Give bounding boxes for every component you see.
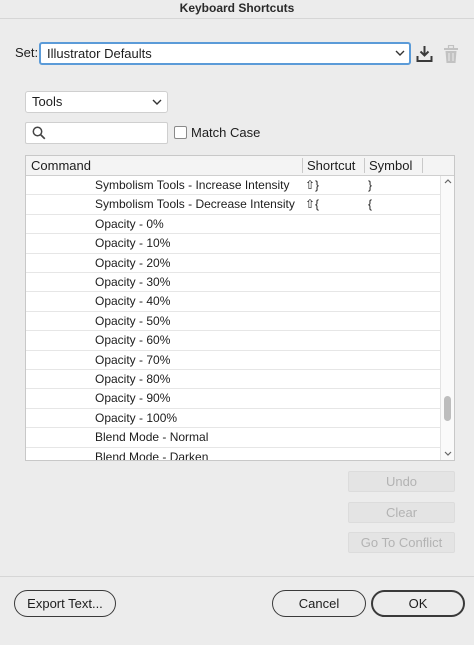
cancel-button[interactable]: Cancel xyxy=(272,590,366,617)
command-cell: Opacity - 100% xyxy=(95,410,178,425)
go-to-conflict-button[interactable]: Go To Conflict xyxy=(348,532,455,553)
symbol-cell[interactable]: { xyxy=(368,197,372,212)
table-row[interactable]: Blend Mode - Darken xyxy=(26,448,440,460)
set-label: Set: xyxy=(15,45,39,60)
command-cell: Symbolism Tools - Decrease Intensity xyxy=(95,197,295,212)
command-cell: Opacity - 0% xyxy=(95,216,164,231)
column-divider[interactable] xyxy=(422,158,423,173)
save-set-icon[interactable] xyxy=(416,45,433,63)
search-icon xyxy=(32,126,46,140)
table-row[interactable]: Opacity - 80% xyxy=(26,370,440,390)
command-cell: Opacity - 50% xyxy=(95,313,171,328)
command-cell: Symbolism Tools - Increase Intensity xyxy=(95,178,290,192)
table-row[interactable]: Opacity - 50% xyxy=(26,312,440,332)
column-header-shortcut[interactable]: Shortcut xyxy=(307,158,355,174)
table-row[interactable]: Symbolism Tools - Increase Intensity ⇧} … xyxy=(26,176,440,196)
export-text-button[interactable]: Export Text... xyxy=(14,590,116,617)
table-row[interactable]: Opacity - 70% xyxy=(26,351,440,370)
title-divider xyxy=(0,18,474,19)
chevron-down-icon xyxy=(395,50,405,56)
command-cell: Blend Mode - Darken xyxy=(95,449,209,460)
search-input[interactable] xyxy=(50,125,164,141)
command-cell: Opacity - 60% xyxy=(95,333,171,348)
window-title: Keyboard Shortcuts xyxy=(179,1,295,15)
match-case-label: Match Case xyxy=(191,125,261,140)
category-dropdown[interactable]: Tools xyxy=(25,91,168,113)
table-row[interactable]: Opacity - 60% xyxy=(26,331,440,351)
table-row[interactable]: Opacity - 100% xyxy=(26,409,440,429)
undo-button[interactable]: Undo xyxy=(348,471,455,492)
scroll-thumb[interactable] xyxy=(444,396,451,421)
table-row[interactable]: Opacity - 90% xyxy=(26,389,440,409)
shortcut-cell[interactable]: ⇧{ xyxy=(305,197,319,212)
scroll-down-arrow-icon[interactable] xyxy=(444,451,452,457)
table-scrollbar[interactable] xyxy=(440,176,454,460)
ok-button[interactable]: OK xyxy=(371,590,465,617)
set-dropdown-value: Illustrator Defaults xyxy=(47,46,152,61)
column-header-command[interactable]: Command xyxy=(31,158,91,174)
trash-icon[interactable] xyxy=(443,45,459,64)
table-row[interactable]: Opacity - 20% xyxy=(26,254,440,273)
table-body: Symbolism Tools - Increase Intensity ⇧} … xyxy=(26,176,440,460)
table-header: Command Shortcut Symbol xyxy=(26,156,454,176)
command-cell: Opacity - 10% xyxy=(95,236,171,251)
column-divider[interactable] xyxy=(364,158,365,173)
category-dropdown-value: Tools xyxy=(32,94,63,109)
command-cell: Opacity - 40% xyxy=(95,294,171,309)
command-cell: Opacity - 90% xyxy=(95,391,171,406)
table-row[interactable]: Opacity - 40% xyxy=(26,292,440,312)
symbol-cell[interactable]: } xyxy=(368,178,372,193)
command-cell: Blend Mode - Normal xyxy=(95,430,209,445)
table-row[interactable]: Opacity - 30% xyxy=(26,273,440,293)
set-dropdown[interactable]: Illustrator Defaults xyxy=(39,42,411,65)
search-field[interactable] xyxy=(25,122,168,144)
shortcut-cell[interactable]: ⇧} xyxy=(305,178,319,193)
clear-button[interactable]: Clear xyxy=(348,502,455,523)
column-divider[interactable] xyxy=(302,158,303,173)
command-cell: Opacity - 20% xyxy=(95,255,171,270)
chevron-down-icon xyxy=(152,99,162,105)
match-case-checkbox[interactable] xyxy=(174,126,187,139)
command-cell: Opacity - 30% xyxy=(95,275,171,289)
table-row[interactable]: Opacity - 10% xyxy=(26,234,440,254)
table-row[interactable]: Blend Mode - Normal xyxy=(26,428,440,448)
column-header-symbol[interactable]: Symbol xyxy=(369,158,412,174)
footer-divider xyxy=(0,576,474,577)
table-row[interactable]: Symbolism Tools - Decrease Intensity ⇧{ … xyxy=(26,195,440,215)
command-cell: Opacity - 80% xyxy=(95,372,171,386)
command-cell: Opacity - 70% xyxy=(95,352,171,367)
table-row[interactable]: Opacity - 0% xyxy=(26,215,440,235)
shortcuts-table: Command Shortcut Symbol Symbolism Tools … xyxy=(25,155,455,461)
scroll-up-arrow-icon[interactable] xyxy=(444,178,452,184)
